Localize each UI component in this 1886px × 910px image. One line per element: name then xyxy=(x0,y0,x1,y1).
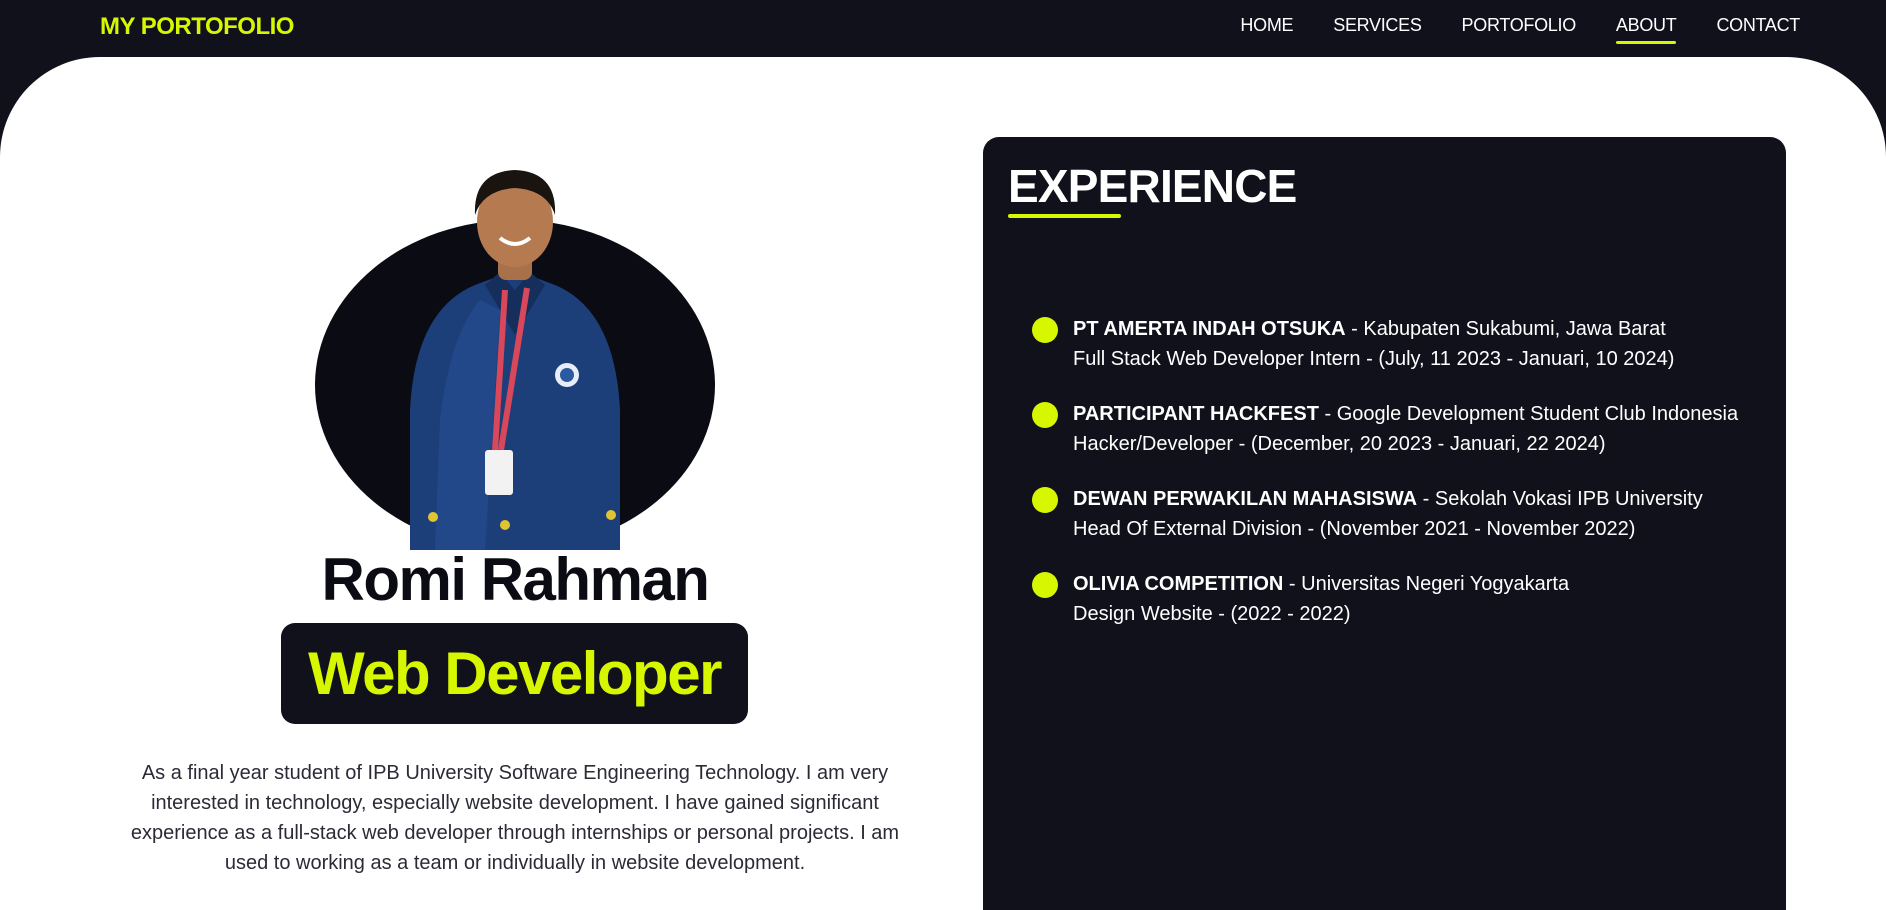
experience-detail: Hacker/Developer - (December, 20 2023 - … xyxy=(1073,433,1606,455)
role-badge: Web Developer xyxy=(281,623,748,724)
bullet-dot-icon xyxy=(1032,402,1058,428)
experience-title: EXPERIENCE xyxy=(1008,160,1297,212)
nav-portofolio[interactable]: PORTOFOLIO xyxy=(1462,15,1577,42)
experience-org: PT AMERTA INDAH OTSUKA xyxy=(1073,318,1346,340)
profile-role: Web Developer xyxy=(308,640,722,707)
experience-card: EXPERIENCE PT AMERTA INDAH OTSUKA - Kabu… xyxy=(983,137,1786,910)
navbar: MY PORTOFOLIO HOME SERVICES PORTOFOLIO A… xyxy=(0,0,1886,57)
experience-title-underline xyxy=(1008,214,1121,218)
profile-name: Romi Rahman xyxy=(321,546,710,613)
bullet-dot-icon xyxy=(1032,572,1058,598)
person-illustration xyxy=(410,170,620,550)
bullet-dot-icon xyxy=(1032,487,1058,513)
experience-detail: Design Website - (2022 - 2022) xyxy=(1073,603,1351,625)
nav-contact[interactable]: CONTACT xyxy=(1716,15,1800,42)
nav-about[interactable]: ABOUT xyxy=(1615,15,1677,44)
profile-bio: As a final year student of IPB Universit… xyxy=(130,762,900,874)
experience-location: - Kabupaten Sukabumi, Jawa Barat xyxy=(1345,318,1666,340)
experience-org: DEWAN PERWAKILAN MAHASISWA xyxy=(1073,488,1418,510)
nav-links: HOME SERVICES PORTOFOLIO ABOUT CONTACT xyxy=(1240,15,1800,44)
experience-org: OLIVIA COMPETITION xyxy=(1073,573,1284,595)
experience-org: PARTICIPANT HACKFEST xyxy=(1073,403,1319,425)
bullet-dot-icon xyxy=(1032,317,1058,343)
experience-item: DEWAN PERWAKILAN MAHASISWA - Sekolah Vok… xyxy=(1032,484,1772,569)
experience-list: PT AMERTA INDAH OTSUKA - Kabupaten Sukab… xyxy=(1032,314,1772,654)
nav-home[interactable]: HOME xyxy=(1240,15,1293,42)
experience-item: OLIVIA COMPETITION - Universitas Negeri … xyxy=(1032,569,1772,654)
experience-location: - Universitas Negeri Yogyakarta xyxy=(1283,573,1570,595)
experience-location: - Sekolah Vokasi IPB University xyxy=(1417,488,1703,510)
profile-photo xyxy=(315,160,715,550)
experience-detail: Full Stack Web Developer Intern - (July,… xyxy=(1073,348,1675,370)
experience-location: - Google Development Student Club Indone… xyxy=(1318,403,1739,425)
brand-logo[interactable]: MY PORTOFOLIO xyxy=(100,13,294,41)
nav-services[interactable]: SERVICES xyxy=(1333,15,1422,42)
experience-item: PARTICIPANT HACKFEST - Google Developmen… xyxy=(1032,399,1772,484)
experience-detail: Head Of External Division - (November 20… xyxy=(1073,518,1636,540)
experience-item: PT AMERTA INDAH OTSUKA - Kabupaten Sukab… xyxy=(1032,314,1772,399)
